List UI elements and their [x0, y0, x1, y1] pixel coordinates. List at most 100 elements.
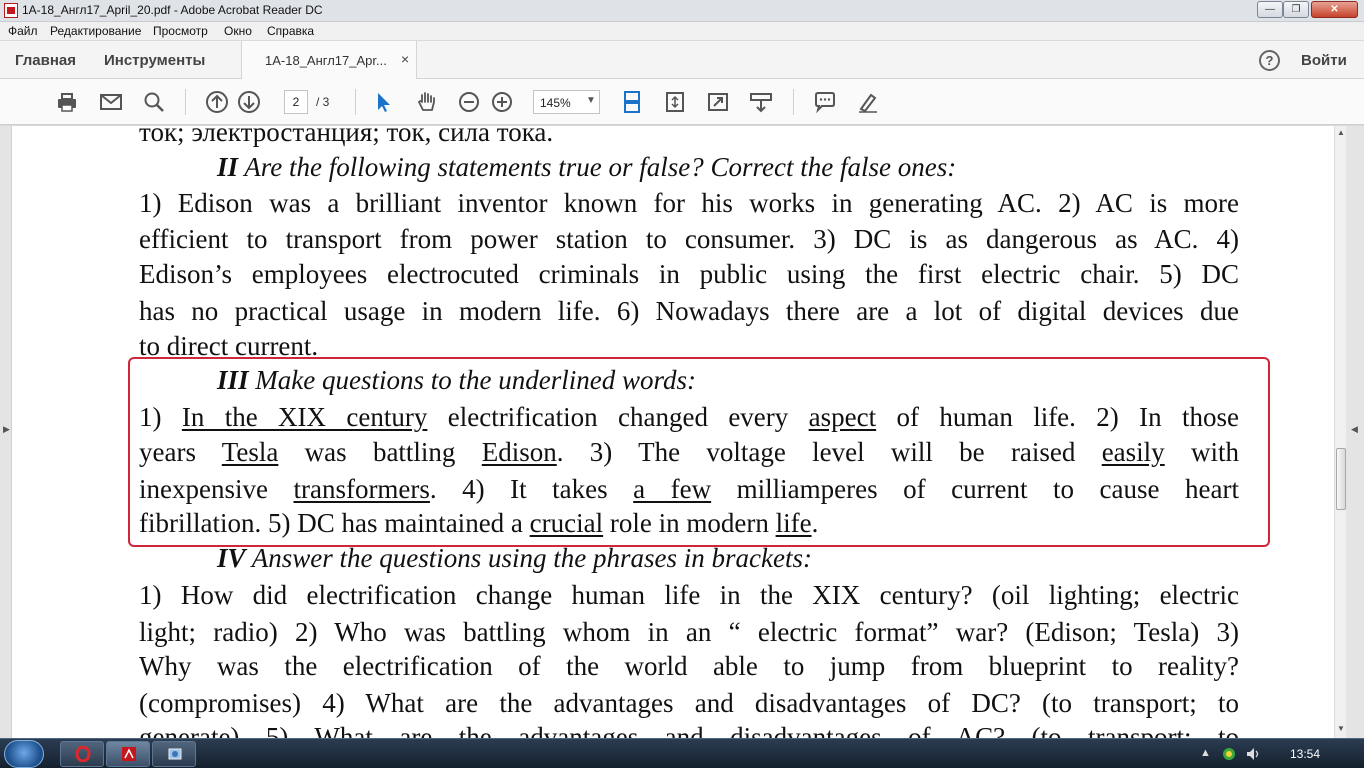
doc-line-3-3: inexpensive transformers. 4) It takes a … [139, 473, 1239, 505]
scrollbar-thumb[interactable] [1336, 448, 1346, 510]
taskbar-acrobat[interactable] [106, 741, 150, 767]
scroll-down-icon[interactable]: ▼ [1337, 724, 1345, 733]
maximize-button[interactable]: ❐ [1283, 1, 1309, 18]
section-4-number: IV [217, 543, 246, 573]
previous-page-icon[interactable] [205, 90, 229, 114]
text-run: . [811, 508, 819, 538]
underlined-word: In the XIX century [181, 402, 428, 432]
toolbar: 2 / 3 145% ▼ [0, 79, 1364, 125]
text-run: electrification changed every [427, 402, 809, 432]
menu-view[interactable]: Просмотр [153, 24, 208, 38]
menu-edit[interactable]: Редактирование [50, 24, 141, 38]
acrobat-icon [122, 747, 136, 761]
select-cursor-icon[interactable] [372, 90, 396, 114]
expand-left-icon: ▶ [3, 424, 10, 434]
section-3-title: Make questions to the underlined words: [248, 365, 696, 395]
pdf-file-icon [4, 3, 18, 18]
search-icon[interactable] [142, 90, 166, 114]
section-3-number: III [217, 365, 249, 395]
show-hidden-icons[interactable]: ▲ [1200, 747, 1211, 759]
toolbar-separator [185, 89, 186, 115]
menu-window[interactable]: Окно [224, 24, 252, 38]
doc-line-4-4: (compromises) 4) What are the advantages… [139, 688, 1239, 718]
doc-line-2-1: 1) Edison was a brilliant inventor known… [139, 188, 1239, 218]
comment-icon[interactable] [813, 90, 837, 114]
doc-line-3-4: fibrillation. 5) DC has maintained a cru… [139, 507, 818, 539]
full-screen-icon[interactable] [706, 90, 730, 114]
volume-icon[interactable] [1246, 747, 1262, 761]
doc-line-3-1: 1) In the XIX century electrification ch… [139, 401, 1239, 433]
scroll-mode-icon[interactable] [620, 90, 644, 114]
opera-icon [75, 746, 91, 762]
next-page-icon[interactable] [237, 90, 261, 114]
text-run: role in modern [603, 508, 776, 538]
expand-right-icon: ◀ [1351, 424, 1358, 434]
scroll-up-icon[interactable]: ▲ [1337, 128, 1345, 137]
menu-bar: Файл Редактирование Просмотр Окно Справк… [0, 22, 1364, 41]
taskbar-opera[interactable] [60, 741, 104, 767]
section-2-title: Are the following statements true or fal… [238, 152, 957, 182]
minimize-button[interactable]: — [1257, 1, 1283, 18]
print-icon[interactable] [55, 90, 79, 114]
left-panel-toggle[interactable]: ▶ [0, 126, 12, 738]
text-run: inexpensive [139, 474, 294, 504]
zoom-level-select[interactable]: 145% ▼ [533, 90, 600, 114]
highlight-pen-icon[interactable] [856, 90, 880, 114]
underlined-word: Edison [481, 437, 557, 467]
zoom-in-icon[interactable] [490, 90, 514, 114]
doc-line-4-1: 1) How did electrification change human … [139, 580, 1239, 610]
pdf-page: ток; электростанция; ток, сила тока. II … [12, 126, 1334, 738]
menu-file[interactable]: Файл [8, 24, 38, 38]
underlined-word: aspect [808, 402, 877, 432]
right-panel-toggle[interactable]: ◀ [1346, 126, 1364, 738]
tray-app-icon[interactable] [1222, 747, 1236, 761]
section-2-heading: II Are the following statements true or … [217, 151, 956, 183]
menu-help[interactable]: Справка [267, 24, 314, 38]
read-mode-icon[interactable] [749, 90, 773, 114]
hand-tool-icon[interactable] [415, 90, 439, 114]
tab-tools[interactable]: Инструменты [104, 52, 205, 69]
section-4-heading: IV Answer the questions using the phrase… [217, 542, 812, 574]
text-run: milliamperes of current to cause heart [711, 474, 1239, 504]
app-icon [168, 748, 182, 760]
toolbar-separator [355, 89, 356, 115]
section-4-title: Answer the questions using the phrases i… [245, 543, 812, 573]
close-window-button[interactable]: ✕ [1311, 1, 1358, 18]
windows-taskbar: ▲ 13:54 [0, 738, 1364, 768]
window-title-bar: 1А-18_Англ17_April_20.pdf - Adobe Acroba… [0, 0, 1364, 22]
page-number-input[interactable]: 2 [284, 90, 308, 114]
text-run: fibrillation. 5) DC has maintained a [139, 508, 530, 538]
start-button[interactable] [4, 740, 44, 768]
close-tab-icon[interactable]: × [401, 51, 409, 67]
text-run: . 3) The voltage level will be raised [556, 437, 1102, 467]
underlined-word: Tesla [221, 437, 279, 467]
doc-line-4-5: generate) 5) What are the advantages and… [139, 722, 1239, 738]
text-run: with [1164, 437, 1239, 467]
text-run: of human life. 2) In those [876, 402, 1239, 432]
zoom-out-icon[interactable] [457, 90, 481, 114]
doc-line-4-2: light; radio) 2) Who was battling whom i… [139, 617, 1239, 647]
chevron-down-icon: ▼ [586, 95, 596, 106]
taskbar-clock[interactable]: 13:54 [1290, 747, 1320, 761]
tab-document[interactable]: 1А-18_Англ17_Apr... × [241, 41, 417, 80]
email-icon[interactable] [99, 90, 123, 114]
doc-line-4-3: Why was the electrification of the world… [139, 651, 1239, 681]
fit-page-icon[interactable] [663, 90, 687, 114]
doc-line-2-4: has no practical usage in modern life. 6… [139, 296, 1239, 326]
text-run: 1) [139, 402, 182, 432]
help-icon[interactable]: ? [1259, 50, 1280, 71]
doc-line-2-3: Edison’s employees electrocuted criminal… [139, 259, 1239, 289]
zoom-level-value: 145% [540, 96, 571, 110]
tab-document-label: 1А-18_Англ17_Apr... [265, 53, 387, 68]
doc-line-0: ток; электростанция; ток, сила тока. [139, 126, 554, 147]
vertical-scrollbar[interactable]: ▲ ▼ [1334, 126, 1346, 738]
page-total: / 3 [316, 95, 330, 109]
underlined-word: easily [1101, 437, 1165, 467]
text-run: was battling [278, 437, 482, 467]
text-run: years [139, 437, 222, 467]
taskbar-app[interactable] [152, 741, 196, 767]
document-viewer: ▶ ток; электростанция; ток, сила тока. I… [0, 126, 1364, 738]
tab-home[interactable]: Главная [15, 52, 76, 69]
sign-in-button[interactable]: Войти [1301, 52, 1347, 69]
toolbar-separator [793, 89, 794, 115]
